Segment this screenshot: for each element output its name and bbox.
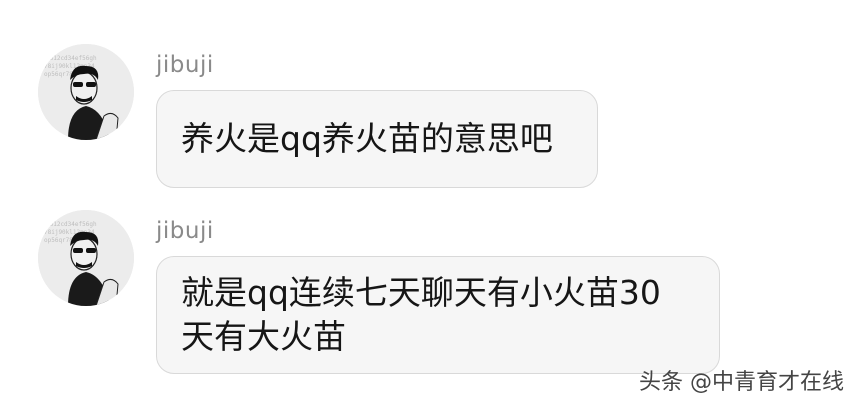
avatar[interactable]: ab12cd34ef56gh 78ij90kl12mn34 op56qr78st… — [38, 44, 134, 140]
username: jibuji — [156, 52, 214, 78]
svg-text:ab12cd34ef56gh: ab12cd34ef56gh — [46, 221, 97, 228]
message-text: 养火是qq养火苗的意思吧 — [181, 119, 553, 158]
message-text-line: 天有大火苗 — [181, 317, 346, 356]
watermark: 头条 @中青育才在线 — [639, 370, 844, 395]
message-bubble[interactable]: 养火是qq养火苗的意思吧 — [156, 90, 598, 188]
message-text-line: 就是qq连续七天聊天有小火苗30 — [181, 273, 661, 312]
username: jibuji — [156, 218, 214, 244]
avatar-portrait-icon: ab12cd34ef56gh 78ij90kl12mn34 op56qr78st… — [38, 44, 134, 140]
message-bubble[interactable]: 就是qq连续七天聊天有小火苗30 天有大火苗 — [156, 256, 720, 374]
avatar-portrait-icon: ab12cd34ef56gh 78ij90kl12mn34 op56qr78st… — [38, 210, 134, 306]
avatar[interactable]: ab12cd34ef56gh 78ij90kl12mn34 op56qr78st… — [38, 210, 134, 306]
svg-text:ab12cd34ef56gh: ab12cd34ef56gh — [46, 55, 97, 62]
